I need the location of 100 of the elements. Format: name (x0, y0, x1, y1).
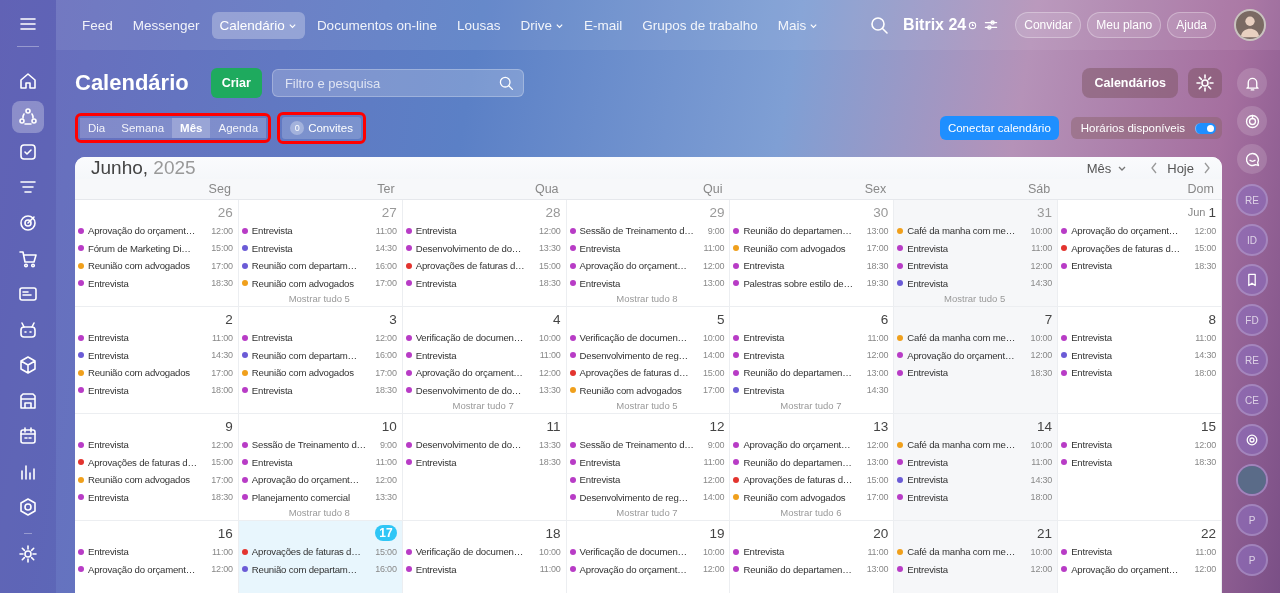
event-item[interactable]: Aprovação do orçament… 12:00 (405, 364, 561, 382)
event-item[interactable]: Verificação de documen… 10:00 (569, 329, 725, 347)
event-item[interactable]: Entrevista 14:30 (897, 471, 1053, 489)
event-item[interactable]: Entrevista 18:30 (1061, 257, 1216, 275)
day-cell[interactable]: 26 Aprovação do orçament… 12:00 Fórum de Marketing Di… 15:00 Reunião com advogados 17:00 Entrevista 18:30 (75, 200, 239, 307)
event-item[interactable]: Reunião com advogados 17:00 (241, 364, 397, 382)
event-item[interactable]: Aprovação do orçament… 12:00 (569, 257, 725, 275)
event-item[interactable]: Reunião do departamen… 13:00 (733, 364, 889, 382)
today-button[interactable]: Hoje (1165, 160, 1196, 176)
event-item[interactable]: Reunião com advogados 17:00 (78, 364, 233, 382)
event-item[interactable]: Entrevista 11:00 (897, 453, 1053, 471)
event-item[interactable]: Aprovação do orçament… 12:00 (78, 222, 233, 240)
event-item[interactable]: Entrevista 18:00 (78, 381, 233, 399)
event-item[interactable]: Aprovação do orçament… 12:00 (897, 346, 1053, 364)
event-item[interactable]: Aprovação do orçament… 12:00 (569, 560, 725, 578)
day-cell[interactable]: 2 Entrevista 11:00 Entrevista 14:30 Reunião com advogados 17:00 Entrevista 18:00 (75, 307, 239, 414)
event-item[interactable]: Aprovação do orçament… 12:00 (733, 436, 889, 454)
event-item[interactable]: Aprovação do orçament… 12:00 (78, 560, 233, 578)
event-item[interactable]: Desenvolvimento de do… 13:30 (405, 381, 561, 399)
event-item[interactable]: Entrevista 18:30 (78, 274, 233, 292)
event-item[interactable]: Entrevista 18:30 (241, 381, 397, 399)
event-item[interactable]: Entrevista 11:00 (78, 329, 233, 347)
next-icon[interactable] (1202, 161, 1212, 175)
day-cell[interactable]: 16 Entrevista 11:00 Aprovação do orçament… 12:00 (75, 521, 239, 593)
day-cell[interactable]: 7 Café da manha com me… 10:00 Aprovação do orçament… 12:00 Entrevista 18:30 (894, 307, 1059, 414)
event-item[interactable]: Reunião com departam… 16:00 (241, 257, 397, 275)
event-item[interactable]: Café da manha com me… 10:00 (897, 436, 1053, 454)
event-item[interactable]: Aprovação do orçament… 12:00 (1061, 222, 1216, 240)
event-item[interactable]: Reunião com advogados 17:00 (78, 471, 233, 489)
day-cell[interactable]: 4 Verificação de documen… 10:00 Entrevista 11:00 Aprovação do orçament… 12:00 Desenvolvimento de do… 13:30 Mostrar tudo 7 (402, 307, 567, 414)
event-item[interactable]: Fórum de Marketing Di… 15:00 (78, 239, 233, 257)
event-item[interactable]: Entrevista 11:00 (78, 543, 233, 561)
day-cell[interactable]: 21 Café da manha com me… 10:00 Entrevista 12:00 (894, 521, 1059, 593)
event-item[interactable]: Entrevista 12:00 (569, 471, 725, 489)
event-item[interactable]: Aprovação do orçament… 12:00 (241, 471, 397, 489)
day-cell[interactable]: 8 Entrevista 11:00 Entrevista 14:30 Entrevista 18:00 (1058, 307, 1222, 414)
chat-button[interactable] (1237, 144, 1267, 174)
sliders-icon[interactable] (983, 17, 1000, 33)
event-item[interactable]: Verificação de documen… 10:00 (405, 329, 561, 347)
day-cell[interactable]: 28 Entrevista 12:00 Desenvolvimento de do… 13:30 Aprovações de faturas d… 15:00 Entrevista 18:30 (402, 200, 567, 307)
event-item[interactable]: Desenvolvimento de reg… 14:00 (569, 488, 725, 506)
event-item[interactable]: Entrevista 11:00 (569, 453, 725, 471)
event-item[interactable]: Sessão de Treinamento d… 9:00 (569, 222, 725, 240)
event-item[interactable]: Aprovações de faturas d… 15:00 (569, 364, 725, 382)
event-item[interactable]: Entrevista 11:00 (569, 239, 725, 257)
event-item[interactable]: Reunião do departamen… 13:00 (733, 453, 889, 471)
event-item[interactable]: Verificação de documen… 10:00 (569, 543, 725, 561)
day-cell[interactable]: 22 Entrevista 11:00 Aprovação do orçament… 12:00 (1058, 521, 1222, 593)
event-item[interactable]: Palestras sobre estilo de… 19:30 (733, 274, 889, 292)
event-item[interactable]: Entrevista 12:00 (733, 346, 889, 364)
event-item[interactable]: Reunião com departam… 16:00 (241, 560, 397, 578)
event-item[interactable]: Sessão de Treinamento d… 9:00 (569, 436, 725, 454)
user-avatar[interactable] (1234, 9, 1266, 41)
event-item[interactable]: Entrevista 14:30 (897, 274, 1053, 292)
day-cell[interactable]: 14 Café da manha com me… 10:00 Entrevista 11:00 Entrevista 14:30 Entrevista 18:00 (894, 414, 1059, 521)
event-item[interactable]: Entrevista 11:00 (405, 560, 561, 578)
event-item[interactable]: Reunião com advogados 17:00 (733, 239, 889, 257)
event-item[interactable]: Reunião com advogados 17:00 (569, 381, 725, 399)
event-item[interactable]: Entrevista 11:00 (897, 239, 1053, 257)
sidebar-item[interactable] (12, 100, 44, 133)
event-item[interactable]: Entrevista 12:00 (405, 222, 561, 240)
event-item[interactable]: Desenvolvimento de reg… 14:00 (569, 346, 725, 364)
chat-avatar[interactable] (1236, 264, 1268, 296)
event-item[interactable]: Entrevista 12:00 (241, 329, 397, 347)
notifications-button[interactable] (1237, 68, 1267, 98)
settings-icon[interactable] (18, 543, 38, 564)
event-item[interactable]: Entrevista 11:00 (241, 222, 397, 240)
event-item[interactable]: Entrevista 12:00 (897, 257, 1053, 275)
chat-avatar[interactable] (1236, 424, 1268, 456)
event-item[interactable]: Entrevista 18:30 (78, 488, 233, 506)
event-item[interactable]: Entrevista 14:30 (1061, 346, 1216, 364)
event-item[interactable]: Desenvolvimento de do… 13:30 (405, 436, 561, 454)
event-item[interactable]: Entrevista 18:00 (897, 488, 1053, 506)
event-item[interactable]: Aprovações de faturas d… 15:00 (405, 257, 561, 275)
event-item[interactable]: Aprovação do orçament… 12:00 (1061, 560, 1216, 578)
event-item[interactable]: Entrevista 18:00 (1061, 364, 1216, 382)
day-cell[interactable]: 19 Verificação de documen… 10:00 Aprovação do orçament… 12:00 (566, 521, 731, 593)
event-item[interactable]: Verificação de documen… 10:00 (405, 543, 561, 561)
day-cell[interactable]: Jun 1 Aprovação do orçament… 12:00 Aprovações de faturas d… 15:00 Entrevista 18:30 (1058, 200, 1222, 307)
event-item[interactable]: Aprovações de faturas d… 15:00 (733, 471, 889, 489)
event-item[interactable]: Reunião do departamen… 13:00 (733, 222, 889, 240)
nav-tab[interactable]: Messenger (124, 11, 208, 39)
event-item[interactable]: Entrevista 11:00 (405, 346, 561, 364)
event-item[interactable]: Café da manha com me… 10:00 (897, 222, 1053, 240)
day-cell[interactable]: 29 Sessão de Treinamento d… 9:00 Entrevista 11:00 Aprovação do orçament… 12:00 Entrevista 13:00 Mostrar tudo 8 (566, 200, 731, 307)
day-cell[interactable]: 11 Desenvolvimento de do… 13:30 Entrevista 18:30 (402, 414, 567, 521)
event-item[interactable]: Entrevista 18:30 (405, 274, 561, 292)
event-item[interactable]: Reunião com departam… 16:00 (241, 346, 397, 364)
event-item[interactable]: Sessão de Treinamento d… 9:00 (241, 436, 397, 454)
event-item[interactable]: Entrevista 12:00 (1061, 436, 1216, 454)
day-cell[interactable]: 18 Verificação de documen… 10:00 Entrevista 11:00 (402, 521, 567, 593)
event-item[interactable]: Aprovações de faturas d… 15:00 (241, 543, 397, 561)
availability-toggle[interactable]: Horários disponíveis (1070, 117, 1222, 139)
event-item[interactable]: Entrevista 13:00 (569, 274, 725, 292)
event-item[interactable]: Entrevista 11:00 (1061, 543, 1216, 561)
event-item[interactable]: Entrevista 11:00 (733, 329, 889, 347)
event-item[interactable]: Entrevista 14:30 (241, 239, 397, 257)
event-item[interactable]: Aprovações de faturas d… 15:00 (78, 453, 233, 471)
event-item[interactable]: Entrevista 11:00 (241, 453, 397, 471)
calendars-button[interactable]: Calendários (1082, 68, 1178, 98)
